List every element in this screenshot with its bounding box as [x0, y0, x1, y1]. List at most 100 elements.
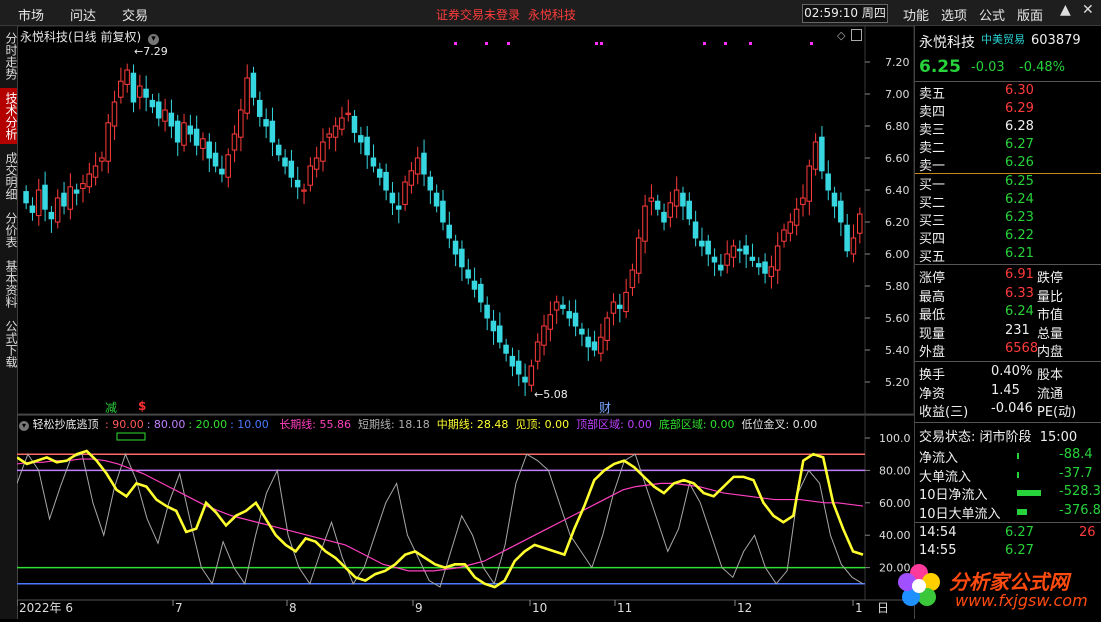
divider [915, 264, 1101, 265]
price-chart-svg[interactable]: 7.20 7.00 6.80 6.60 6.40 6.20 6.00 5.80 5.60 5.40… [16, 25, 915, 619]
flow-label: 10日净流入 [919, 488, 988, 503]
marker-dollar[interactable]: $ [138, 399, 146, 413]
login-notice[interactable]: 证券交易未登录 [436, 6, 520, 23]
candle-body [54, 197, 61, 223]
candle-body [421, 152, 427, 175]
candle-body [844, 224, 850, 252]
quote-row: 涨停 6.91 跌停 [919, 267, 1099, 286]
candle-body [819, 136, 825, 172]
menu-market[interactable]: 市场 [18, 5, 44, 24]
marker-finance[interactable]: 财 [599, 399, 611, 416]
quote-row: 最高 6.33 量比 [919, 285, 1099, 305]
signal-dot [507, 42, 510, 45]
stat-label: 外盘 [919, 345, 946, 360]
candle-body [711, 256, 718, 263]
candle-body [705, 240, 711, 255]
candle-body [282, 157, 288, 167]
candle-body [313, 157, 320, 170]
candle-body [515, 360, 522, 375]
close-icon[interactable]: ✕ [1082, 2, 1094, 18]
candle-body [187, 125, 194, 135]
quote-row: 10日大单流入 -376.8 [919, 503, 1101, 522]
minimize-icon[interactable]: ▲ [1060, 2, 1071, 18]
candle-body [856, 213, 863, 234]
candle-body [812, 141, 819, 170]
candle-body [86, 173, 92, 188]
watermark-logo: 分析家公式网 www.fxjgsw.com [893, 558, 1098, 616]
candle-body [250, 72, 257, 98]
candle-body [522, 376, 528, 383]
stock-concept-tag[interactable]: 中美贸易 [981, 31, 1025, 47]
candle-body [673, 189, 680, 207]
marker-reduce[interactable]: 减 [105, 399, 117, 416]
menu-function[interactable]: 功能 [903, 5, 929, 24]
candle-body [307, 165, 314, 186]
tab-trade-detail[interactable]: 成交明细 [0, 148, 18, 204]
stat-label: 收益(三) [919, 405, 969, 420]
indicator-dropdown-icon[interactable]: ▾ [19, 421, 29, 431]
indicator-param: : 80.00 [146, 418, 186, 431]
candle-body [661, 211, 667, 223]
candle-body [743, 245, 749, 255]
quote-row: 净资 1.45 流通 [919, 382, 1099, 402]
ask-price: 6.30 [1005, 83, 1034, 98]
chart-options-icon[interactable]: ◇ [837, 29, 845, 42]
clock-display: 02:59:10 周四 [802, 4, 888, 23]
trade-status-label: 交易状态: [919, 430, 976, 445]
stat-label: 涨停 [919, 271, 946, 286]
bid-price: 6.22 [1005, 228, 1034, 243]
chart-dropdown-icon[interactable]: ▾ [148, 34, 160, 45]
candle-body [553, 301, 560, 311]
price-tick-label: 6.40 [885, 184, 910, 197]
candle-body [825, 173, 831, 191]
signal-dot [749, 42, 752, 45]
menu-layout[interactable]: 版面 [1017, 5, 1043, 24]
flow-value: -88.4 [1059, 447, 1093, 462]
candle-body [699, 240, 705, 247]
trade-status: 交易状态: 闭市阶段 15:00 [919, 426, 1077, 445]
trade-status-value: 闭市阶段 [979, 430, 1032, 445]
candle-body [781, 229, 787, 242]
date-tick-label: 10 [532, 601, 547, 615]
divider [915, 422, 1101, 423]
menu-formula[interactable]: 公式 [979, 5, 1005, 24]
bid-label: 买二 [919, 196, 946, 211]
tab-price-table[interactable]: 分价表 [0, 208, 18, 252]
tab-technical[interactable]: 技术分析 [0, 88, 18, 144]
price-tick-label: 5.60 [885, 312, 910, 325]
signal-dot [703, 42, 706, 45]
ask-price: 6.29 [1005, 101, 1034, 116]
candle-body [724, 253, 730, 266]
chart-area[interactable]: 7.20 7.00 6.80 6.60 6.40 6.20 6.00 5.80 5.60 5.40… [16, 25, 915, 619]
price-tick-label: 7.00 [885, 88, 910, 101]
quote-row: 大单流入 -37.7 [919, 466, 1099, 485]
candle-body [547, 314, 554, 330]
indicator-line-values: 长期线: 55.86 短期线: 18.18 中期线: 28.48 见顶: 0.00 顶部… [272, 418, 817, 431]
candle-body [238, 109, 244, 138]
candle-body [351, 115, 358, 133]
indicator-lines [16, 432, 865, 589]
tab-basic-info[interactable]: 基本资料 [0, 256, 18, 312]
stat-value: 1.45 [991, 382, 1020, 398]
menu-wenda[interactable]: 问达 [70, 5, 96, 24]
candle-body [629, 269, 636, 289]
chart-maximize-icon[interactable] [851, 29, 862, 41]
candle-body [484, 304, 490, 319]
date-tick-label: 8 [289, 601, 297, 615]
menu-trade[interactable]: 交易 [122, 5, 148, 24]
candle-body [800, 197, 806, 205]
tab-intraday[interactable]: 分时走势 [0, 28, 18, 84]
indicator-line-value: 长期线: 55.86 [279, 418, 352, 431]
menu-options[interactable]: 选项 [941, 5, 967, 24]
indicator-title-row: ▾ 轻松抄底逃顶 : 90.00: 80.00: 20.00: 10.00 长期… [19, 416, 817, 432]
watermark-url: www.fxjgsw.com [955, 591, 1088, 610]
stat-value: -0.046 [991, 401, 1033, 416]
tab-formula-download[interactable]: 公式下载 [0, 316, 18, 372]
candle-body [566, 311, 572, 319]
indicator-line-value: 顶部区域: 0.00 [576, 418, 652, 431]
stat-value: 6.91 [1005, 267, 1034, 282]
stat-value: 6.33 [1005, 285, 1034, 301]
candle-body [288, 160, 295, 178]
stat-value: 0.40% [991, 364, 1033, 379]
flow-bar [1017, 453, 1019, 459]
